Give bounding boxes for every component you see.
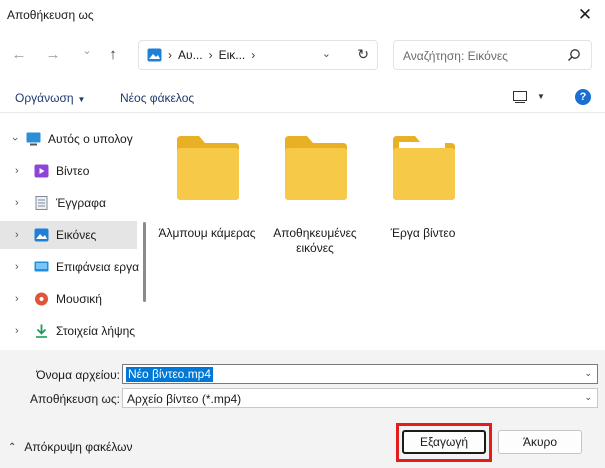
folder-icon <box>393 136 455 200</box>
pictures-icon <box>34 228 49 242</box>
export-button[interactable]: Εξαγωγή <box>402 430 486 454</box>
sidebar-item-downloads[interactable]: › Στοιχεία λήψης <box>0 317 137 345</box>
cancel-button[interactable]: Άκυρο <box>498 430 582 454</box>
save-type-value: Αρχείο βίντεο (*.mp4) <box>127 392 242 406</box>
close-button[interactable]: ✕ <box>565 0 605 30</box>
breadcrumb-separator: › <box>208 48 213 62</box>
sidebar-item-label: Έγγραφα <box>56 196 106 210</box>
refresh-icon[interactable]: ↻ <box>357 46 369 63</box>
search-icon <box>568 49 580 61</box>
chevron-down-icon: ⌄ <box>82 44 92 57</box>
sidebar-item-label: Στοιχεία λήψης <box>56 324 136 338</box>
sidebar-item-documents[interactable]: › Έγγραφα <box>0 189 137 217</box>
chevron-right-icon[interactable]: › <box>15 165 19 177</box>
sidebar-item-this-pc[interactable]: › Αυτός ο υπολογ <box>0 125 137 153</box>
breadcrumb-this-pc[interactable]: Αυ... <box>178 48 203 62</box>
music-icon <box>35 292 48 306</box>
sidebar-item-pictures[interactable]: › Εικόνες <box>0 221 137 249</box>
close-icon: ✕ <box>577 5 593 24</box>
back-button[interactable]: ← <box>9 44 29 64</box>
up-button[interactable]: ↑ <box>103 44 123 64</box>
command-bar: Οργάνωση ▼ Νέος φάκελος ▼ ? <box>0 83 605 113</box>
pictures-icon <box>147 48 162 62</box>
breadcrumb-separator: › <box>168 48 172 62</box>
title-bar: Αποθήκευση ως ✕ <box>0 0 605 30</box>
chevron-down-icon[interactable]: ⌄ <box>584 392 592 403</box>
chevron-right-icon[interactable]: › <box>15 293 19 305</box>
forward-button[interactable]: → <box>43 44 63 64</box>
sidebar-scrollbar[interactable] <box>143 222 146 302</box>
recent-locations-button[interactable]: ⌄ <box>77 40 97 60</box>
view-options-icon[interactable] <box>513 91 527 103</box>
downloads-icon <box>36 324 47 338</box>
chevron-right-icon[interactable]: › <box>15 197 19 209</box>
sidebar-item-label: Βίντεο <box>56 164 90 178</box>
breadcrumb-pictures[interactable]: Εικ... <box>219 48 246 62</box>
sidebar-item-label: Εικόνες <box>56 228 97 242</box>
filename-label: Όνομα αρχείου: <box>36 368 120 382</box>
address-bar[interactable]: › Αυ... › Εικ... › ⌄ ↻ <box>138 40 378 70</box>
chevron-right-icon[interactable]: › <box>15 229 19 241</box>
chevron-down-icon[interactable]: ⌄ <box>322 47 331 60</box>
search-placeholder: Αναζήτηση: Εικόνες <box>403 49 508 63</box>
filename-input[interactable]: Νέο βίντεο.mp4 ⌄ <box>122 364 598 384</box>
folder-item[interactable]: Έργα βίντεο <box>368 130 468 250</box>
desktop-icon <box>34 261 49 272</box>
filename-value: Νέο βίντεο.mp4 <box>126 367 214 382</box>
sidebar-item-label: Επιφάνεια εργα <box>56 260 140 274</box>
back-arrow-icon: ← <box>11 45 27 63</box>
save-type-select[interactable]: Αρχείο βίντεο (*.mp4) ⌄ <box>122 388 598 408</box>
organize-menu[interactable]: Οργάνωση ▼ <box>15 91 85 105</box>
navigation-pane: › Αυτός ο υπολογ › Βίντεο › Έγγραφα › Ει… <box>0 122 147 347</box>
hide-folders-toggle[interactable]: ⌃ Απόκρυψη φακέλων <box>8 440 133 454</box>
sidebar-item-label: Αυτός ο υπολογ <box>48 132 133 146</box>
help-icon[interactable]: ? <box>575 89 591 105</box>
chevron-up-icon: ⌃ <box>8 441 17 453</box>
hide-folders-label: Απόκρυψη φακέλων <box>24 440 133 454</box>
up-arrow-icon: ↑ <box>109 45 117 63</box>
breadcrumb-separator[interactable]: › <box>251 48 255 62</box>
caret-down-icon: ▼ <box>77 95 86 104</box>
folder-label: Άλμπουμ κάμερας <box>158 226 256 240</box>
sidebar-item-videos[interactable]: › Βίντεο <box>0 157 137 185</box>
sidebar-item-label: Μουσική <box>56 292 102 306</box>
navigation-bar: ← → ⌄ ↑ › Αυ... › Εικ... › ⌄ ↻ Αναζήτηση… <box>0 30 605 78</box>
save-type-label: Αποθήκευση ως: <box>30 392 120 406</box>
folder-label: Αποθηκευμένες εικόνες <box>273 226 357 255</box>
folder-icon <box>177 136 239 200</box>
folder-icon <box>285 136 347 200</box>
folder-label: Έργα βίντεο <box>390 226 456 240</box>
organize-label: Οργάνωση <box>15 91 74 105</box>
sidebar-item-music[interactable]: › Μουσική <box>0 285 137 313</box>
forward-arrow-icon: → <box>45 45 61 63</box>
documents-icon <box>35 196 48 210</box>
chevron-down-icon[interactable]: › <box>9 137 21 141</box>
caret-down-icon[interactable]: ▼ <box>537 92 545 101</box>
window-title: Αποθήκευση ως <box>7 8 94 22</box>
folder-item[interactable]: Άλμπουμ κάμερας <box>152 130 256 250</box>
chevron-right-icon[interactable]: › <box>15 325 19 337</box>
folder-item[interactable]: Αποθηκευμένες εικόνες <box>260 130 360 255</box>
chevron-down-icon[interactable]: ⌄ <box>584 368 592 379</box>
new-folder-button[interactable]: Νέος φάκελος <box>120 91 194 105</box>
videos-icon <box>34 164 49 178</box>
pc-icon <box>26 132 41 146</box>
file-list: Άλμπουμ κάμερας Αποθηκευμένες εικόνες Έρ… <box>152 122 605 347</box>
sidebar-item-desktop[interactable]: › Επιφάνεια εργα <box>0 253 140 281</box>
chevron-right-icon[interactable]: › <box>15 261 19 273</box>
search-input[interactable]: Αναζήτηση: Εικόνες <box>393 40 592 70</box>
